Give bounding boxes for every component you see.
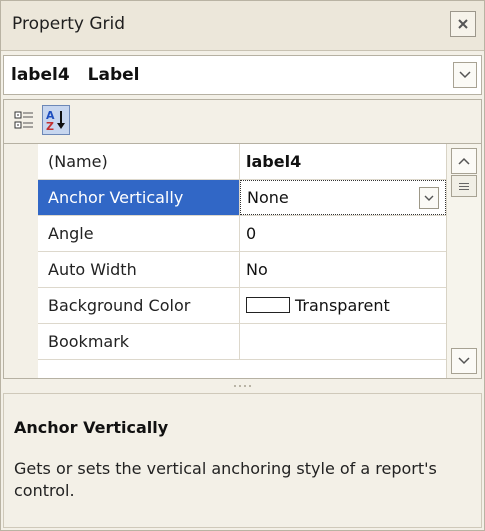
value-dropdown-button[interactable] [419,187,439,209]
window-title: Property Grid [12,14,126,34]
property-name: Anchor Vertically [38,180,240,215]
chevron-up-icon [458,157,470,165]
property-grid: (Name) label4 Anchor Vertically None Ang… [3,143,482,379]
property-value[interactable]: label4 [240,144,446,179]
toolbar: A Z [3,99,482,143]
close-icon [458,19,468,29]
property-value: None [247,188,289,207]
categorized-icon [14,111,33,129]
property-row-anchor-vertically[interactable]: Anchor Vertically None [38,180,446,216]
description-text: Gets or sets the vertical anchoring styl… [14,459,437,500]
property-row-angle[interactable]: Angle 0 [38,216,446,252]
chevron-down-icon [459,71,471,79]
chevron-down-icon [458,357,470,365]
property-value[interactable] [240,324,446,359]
description-title: Anchor Vertically [14,418,169,437]
sort-alphabetical-icon: A Z [46,109,65,132]
property-row-auto-width[interactable]: Auto Width No [38,252,446,288]
property-value[interactable]: 0 [240,216,446,251]
alphabetical-button[interactable]: A Z [42,105,70,135]
color-swatch [246,297,290,313]
close-button[interactable] [450,11,476,37]
object-selector-dropdown-button[interactable] [453,62,477,88]
property-name: Bookmark [38,324,240,359]
scroll-down-button[interactable] [451,348,477,374]
property-value-editor[interactable]: None [240,180,446,215]
chevron-down-icon [424,195,434,201]
title-bar: Property Grid [1,1,484,51]
property-name: Auto Width [38,252,240,287]
property-name: Angle [38,216,240,251]
property-name: (Name) [38,144,240,179]
scroll-up-button[interactable] [451,148,477,174]
object-type: Label [87,65,140,85]
object-name: label4 [11,65,70,85]
svg-text:Z: Z [46,120,54,132]
property-value-editor[interactable]: Transparent [240,288,446,323]
grid-gutter [4,144,38,378]
property-row-name[interactable]: (Name) label4 [38,144,446,180]
property-value[interactable]: No [240,252,446,287]
property-row-bookmark[interactable]: Bookmark [38,324,446,360]
description-splitter[interactable] [3,381,482,391]
property-grid-window: Property Grid label4 Label A Z (Name) la… [0,0,485,531]
scroll-thumb[interactable] [451,175,477,197]
description-panel: Anchor Vertically Gets or sets the verti… [3,393,482,528]
grip-lines-icon [459,182,469,190]
categorized-button[interactable] [10,105,38,135]
property-value: Transparent [295,296,390,315]
object-selector[interactable]: label4 Label [3,55,482,95]
property-row-background-color[interactable]: Background Color Transparent [38,288,446,324]
splitter-grip-icon [234,385,251,387]
vertical-scrollbar[interactable] [446,144,481,378]
property-name: Background Color [38,288,240,323]
